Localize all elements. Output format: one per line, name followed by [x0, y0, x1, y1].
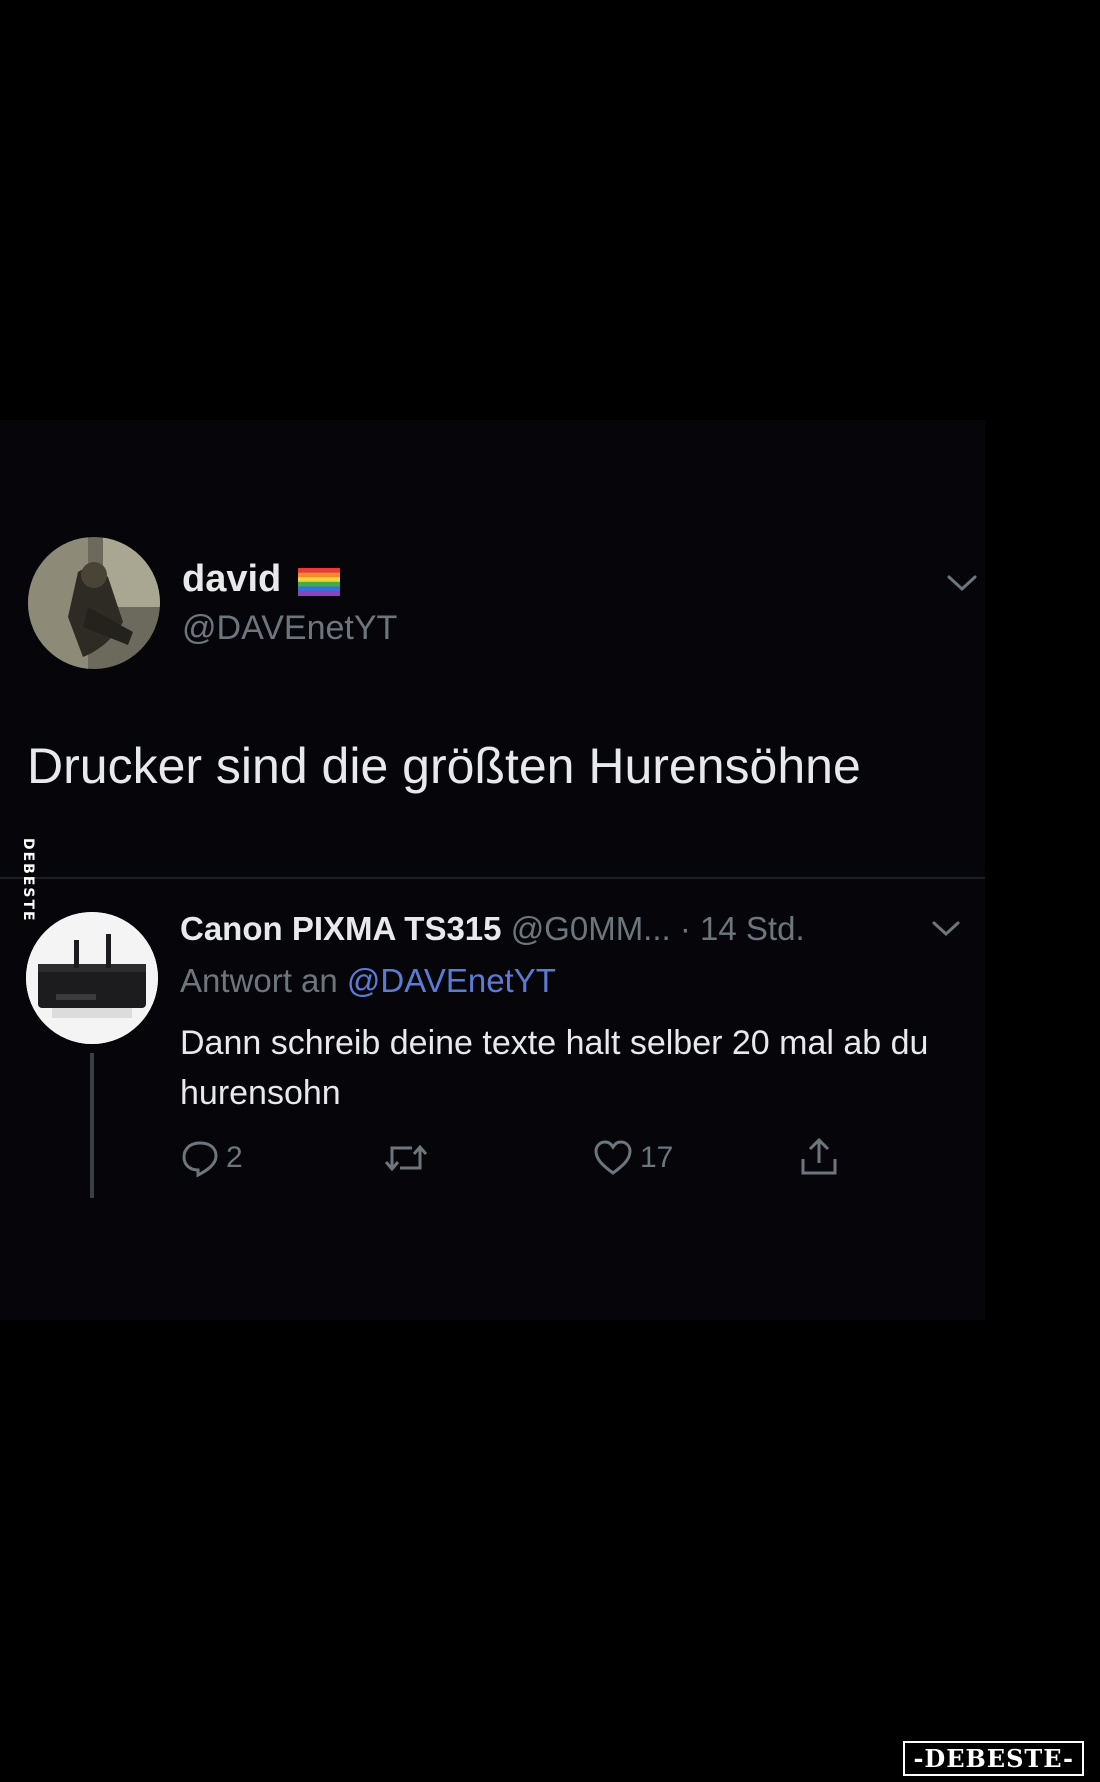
share-action[interactable] [797, 1135, 841, 1179]
share-icon [801, 1137, 837, 1175]
reply-author-name[interactable]: Canon PIXMA TS315 [180, 910, 502, 947]
tweet-author-name[interactable]: david [182, 558, 281, 601]
thread-line [90, 1053, 94, 1198]
corner-watermark: -DEBESTE- [903, 1741, 1084, 1776]
reply-author-handle[interactable]: @G0MM... [511, 910, 671, 947]
heart-icon [594, 1140, 632, 1175]
canon-avatar[interactable] [26, 912, 158, 1044]
side-watermark: DEBESTE [20, 837, 36, 923]
like-action[interactable]: 17 [592, 1138, 673, 1178]
retweet-icon [384, 1144, 428, 1172]
tweet-card [0, 420, 985, 1320]
reply-prefix: Antwort an [180, 962, 338, 999]
tweet-text: Drucker sind die größten Hurensöhne [27, 738, 861, 794]
reply-action[interactable]: 2 [180, 1138, 243, 1178]
reply-mention-link[interactable]: @DAVEnetYT [347, 962, 556, 999]
david-avatar[interactable] [28, 537, 160, 669]
reply-time[interactable]: · 14 Std. [680, 910, 805, 947]
reply-context: Antwort an @DAVEnetYT [180, 962, 556, 1000]
reply-header: Canon PIXMA TS315 @G0MM... · 14 Std. [180, 910, 805, 948]
divider [0, 877, 985, 879]
chevron-down-icon[interactable] [945, 572, 979, 594]
like-count: 17 [640, 1141, 674, 1174]
retweet-action[interactable] [382, 1138, 436, 1178]
reply-chevron-down-icon[interactable] [930, 918, 962, 940]
reply-text: Dann schreib deine texte halt selber 20 … [180, 1024, 929, 1112]
tweet-author-handle[interactable]: @DAVEnetYT [182, 609, 397, 648]
comment-icon [182, 1141, 218, 1178]
rainbow-flag-icon [298, 568, 340, 596]
reply-count: 2 [226, 1141, 243, 1174]
